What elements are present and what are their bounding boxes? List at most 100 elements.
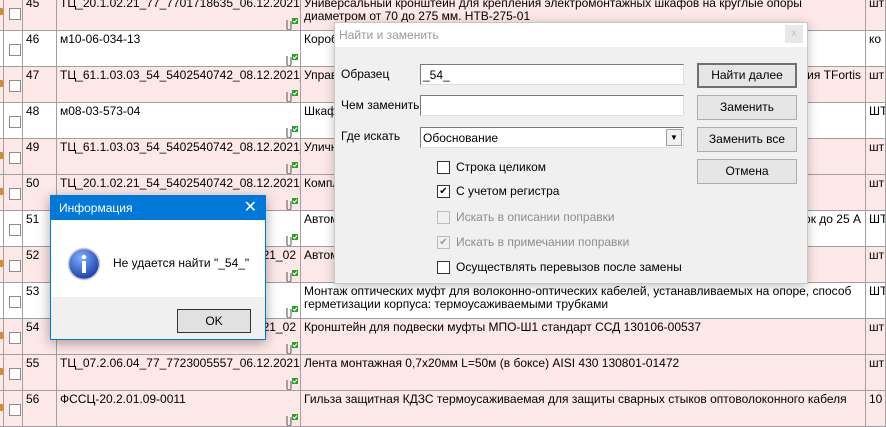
- code-text: м08-03-573-04: [60, 104, 141, 118]
- attachment-icon[interactable]: [284, 162, 298, 175]
- description-cell[interactable]: Кронштейн для подвески муфты МПО-Ш1 стан…: [301, 319, 866, 355]
- cancel-button[interactable]: Отмена: [697, 159, 797, 184]
- row-select-cell: [4, 139, 23, 175]
- code-cell[interactable]: ТЦ_61.1.03.03_54_5402540742_08.12.2021_0…: [57, 67, 301, 103]
- attachment-icon[interactable]: [284, 378, 298, 391]
- find-replace-dialog: Найти и заменить x Образец _54_ Чем заме…: [334, 22, 808, 284]
- description-text: Лента монтажная 0,7х20мм L=50м (в боксе)…: [304, 356, 680, 370]
- description-cell[interactable]: Гильза защитная КДЗС термоусаживаемая дл…: [301, 391, 866, 427]
- attachment-icon[interactable]: [284, 414, 298, 427]
- description-text: Универсальный кронштейн для крепления эл…: [304, 0, 802, 23]
- status-flag-icon: [0, 152, 3, 159]
- attachment-icon[interactable]: [284, 54, 298, 67]
- info-footer: OK: [51, 297, 265, 339]
- status-flag-icon: [0, 80, 3, 87]
- where-label: Где искать: [341, 129, 401, 143]
- attachment-icon[interactable]: [284, 270, 298, 283]
- description-tail: ток до 25 А: [798, 212, 861, 226]
- replace-all-button[interactable]: Заменить все: [697, 127, 797, 152]
- row-checkbox[interactable]: [9, 332, 21, 344]
- replace-button[interactable]: Заменить: [697, 95, 797, 120]
- code-cell[interactable]: м10-06-034-13: [57, 31, 301, 67]
- unit-cell: ШТ: [866, 211, 886, 247]
- attachment-icon[interactable]: [284, 306, 298, 319]
- description-text: Монтаж оптических муфт для волоконно-опт…: [304, 284, 852, 311]
- code-text: 21_02: [262, 320, 296, 334]
- attachment-icon[interactable]: [284, 90, 298, 103]
- replace-label: Чем заменить: [341, 98, 420, 112]
- status-flag-icon: [0, 8, 3, 15]
- code-cell[interactable]: м08-03-573-04: [57, 103, 301, 139]
- attachment-icon[interactable]: [284, 198, 298, 211]
- row-select-cell: [4, 319, 23, 355]
- unit-cell: шт: [866, 175, 886, 211]
- code-text: ТЦ_61.1.03.03_54_5402540742_08.12.2021_0…: [60, 140, 301, 154]
- row-checkbox[interactable]: [9, 260, 21, 272]
- code-cell[interactable]: ФССЦ-20.2.01.09-0011: [57, 391, 301, 427]
- row-number: 56: [23, 391, 57, 427]
- row-select-cell: [4, 283, 23, 319]
- table-row[interactable]: 56 ФССЦ-20.2.01.09-0011 Гильза защитная …: [0, 391, 886, 427]
- attachment-icon[interactable]: [284, 234, 298, 247]
- info-title-text: Информация: [59, 201, 133, 215]
- row-number: 47: [23, 67, 57, 103]
- row-checkbox[interactable]: [9, 152, 21, 164]
- option-label: Осуществлять перевызов после замены: [456, 260, 682, 274]
- row-checkbox[interactable]: [9, 116, 21, 128]
- row-checkbox[interactable]: [9, 224, 21, 236]
- checkbox-box[interactable]: [437, 161, 450, 174]
- table-row[interactable]: 55 ТЦ_07.2.06.04_77_7723005557_06.12.202…: [0, 355, 886, 391]
- row-select-cell: [4, 31, 23, 67]
- unit-cell: 10: [866, 391, 886, 427]
- close-icon[interactable]: x: [785, 25, 803, 43]
- unit-cell: ШТ: [866, 283, 886, 319]
- description-text: Гильза защитная КДЗС термоусаживаемая дл…: [304, 392, 847, 406]
- row-checkbox[interactable]: [9, 44, 21, 56]
- checkbox-box: [437, 211, 450, 224]
- option-label: Искать в примечании поправки: [456, 235, 630, 249]
- code-text: ТЦ_20.1.02.21_77_7701718635_06.12.2021_0…: [60, 0, 301, 10]
- description-text: Короб: [304, 32, 338, 46]
- code-text: ТЦ_20.1.02.21_54_5402540742_08.12.2021_0…: [60, 176, 301, 190]
- attachment-icon[interactable]: [284, 18, 298, 31]
- code-text: ФССЦ-20.2.01.09-0011: [60, 392, 186, 406]
- unit-cell: шт: [866, 319, 886, 355]
- code-text: 21_02: [262, 248, 296, 262]
- sample-input[interactable]: _54_: [420, 64, 684, 85]
- row-number: 45: [23, 0, 57, 31]
- code-cell[interactable]: ТЦ_20.1.02.21_77_7701718635_06.12.2021_0…: [57, 0, 301, 31]
- replace-input[interactable]: [420, 95, 684, 116]
- row-checkbox[interactable]: [9, 188, 21, 200]
- row-checkbox[interactable]: [9, 404, 21, 416]
- find-next-button[interactable]: Найти далее: [697, 63, 797, 88]
- code-cell[interactable]: ТЦ_61.1.03.03_54_5402540742_08.12.2021_0…: [57, 139, 301, 175]
- checkmark-icon[interactable]: ✔: [437, 185, 450, 198]
- unit-cell: ко: [866, 31, 886, 67]
- row-checkbox[interactable]: [9, 296, 21, 308]
- row-select-cell: [4, 67, 23, 103]
- row-number: 48: [23, 103, 57, 139]
- dialog-title: Найти и заменить: [335, 23, 807, 47]
- description-cell[interactable]: Лента монтажная 0,7х20мм L=50м (в боксе)…: [301, 355, 866, 391]
- chevron-down-icon[interactable]: ▼: [666, 129, 682, 146]
- checkbox-box[interactable]: [437, 261, 450, 274]
- attachment-icon[interactable]: [284, 126, 298, 139]
- info-title: Информация ✕: [51, 196, 265, 220]
- unit-cell: ШТ: [866, 103, 886, 139]
- code-cell[interactable]: ТЦ_07.2.06.04_77_7723005557_06.12.2021_0…: [57, 355, 301, 391]
- info-message: Не удается найти "_54_": [113, 256, 250, 270]
- checkmark-icon: ✔: [437, 236, 450, 249]
- ok-button[interactable]: OK: [177, 309, 251, 333]
- description-text: Уличн: [304, 140, 338, 154]
- description-tail: ия TFortis: [807, 68, 861, 82]
- row-checkbox[interactable]: [9, 368, 21, 380]
- row-checkbox[interactable]: [9, 80, 21, 92]
- code-text: ТЦ_07.2.06.04_77_7723005557_06.12.2021_0…: [60, 356, 301, 370]
- unit-cell: шт: [866, 247, 886, 283]
- row-checkbox[interactable]: [9, 8, 21, 20]
- row-number: 55: [23, 355, 57, 391]
- where-select[interactable]: Обоснование ▼: [420, 127, 684, 148]
- attachment-icon[interactable]: [284, 342, 298, 355]
- close-icon[interactable]: ✕: [244, 197, 257, 217]
- description-cell[interactable]: Монтаж оптических муфт для волоконно-опт…: [301, 283, 866, 319]
